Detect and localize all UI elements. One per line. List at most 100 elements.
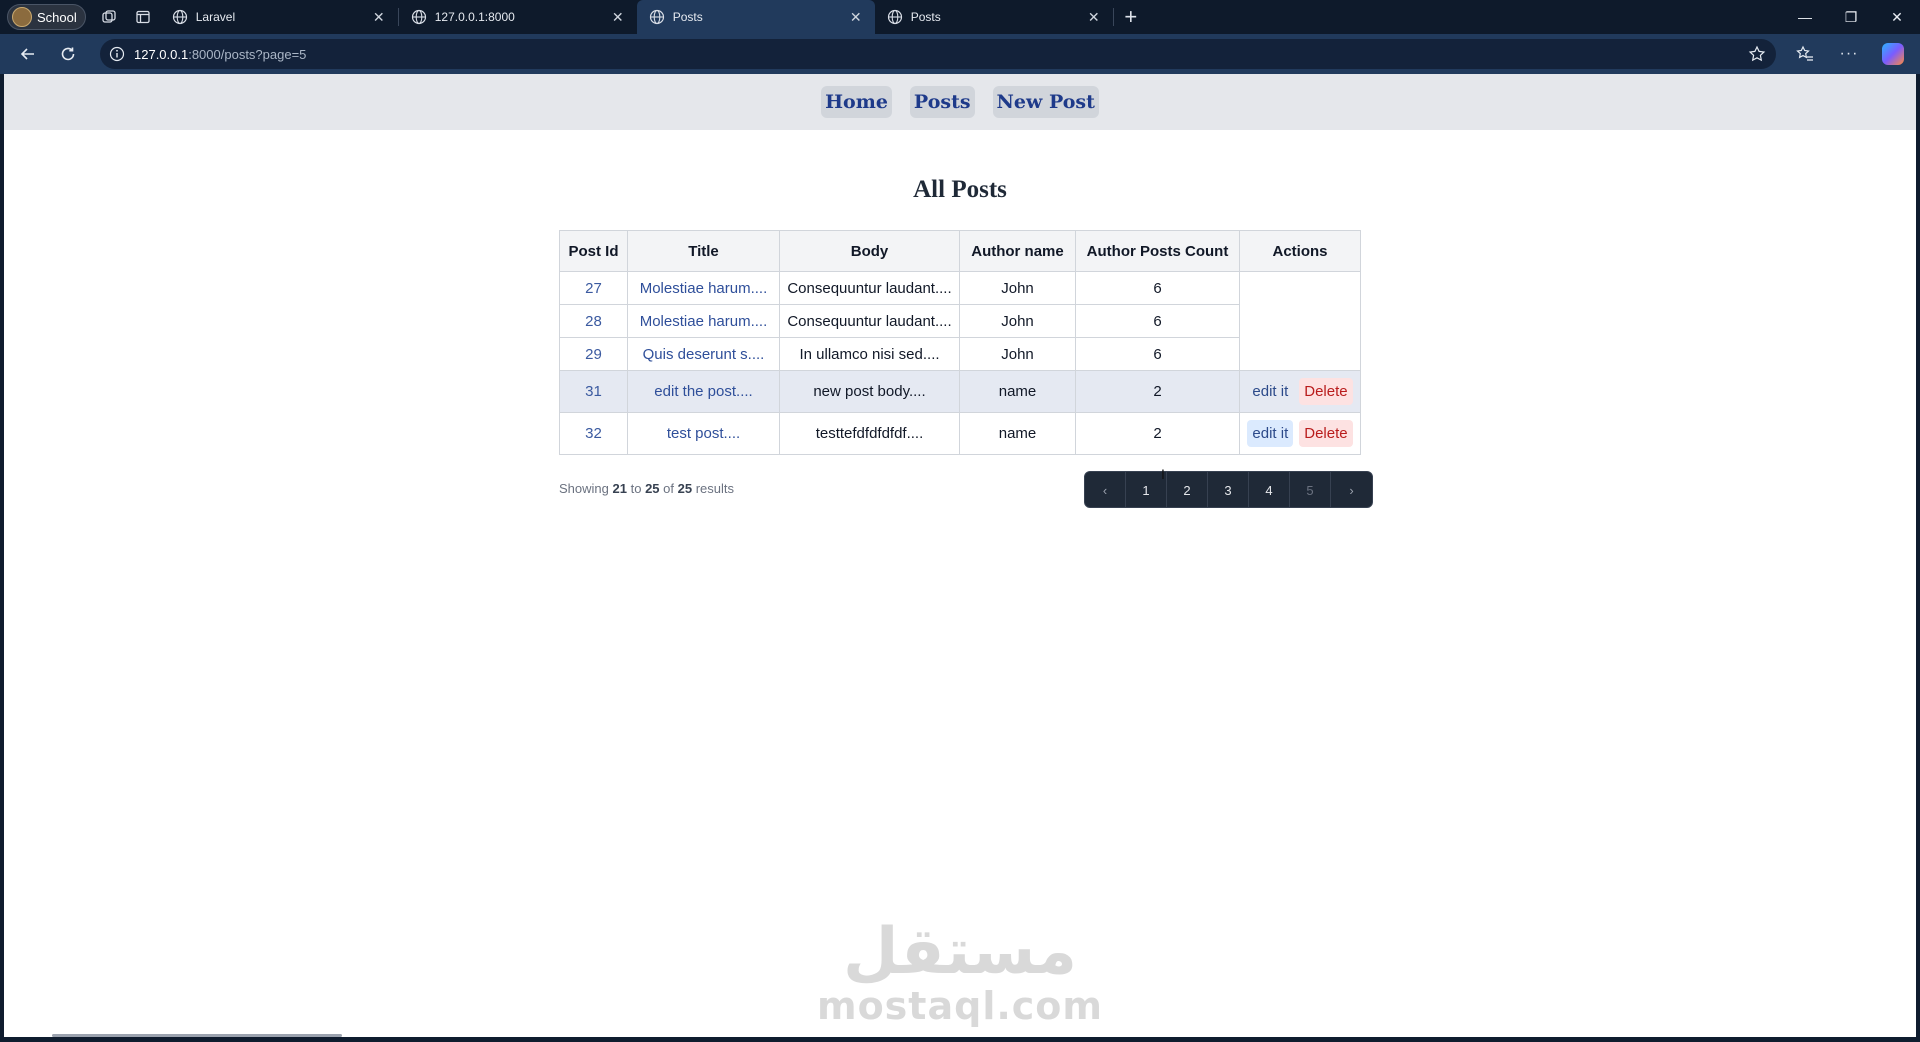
restore-icon[interactable]: ❐ (1828, 0, 1874, 34)
cell-body: new post body.... (779, 370, 960, 413)
site-info-icon[interactable] (100, 46, 134, 62)
nav-new-post-link[interactable]: New Post (992, 86, 1099, 118)
cell-post-id: 27 (559, 271, 628, 305)
cell-title-link[interactable]: test post.... (627, 412, 780, 455)
more-menu-icon[interactable]: ··· (1830, 37, 1868, 71)
tab-actions-icon[interactable] (126, 0, 160, 34)
new-tab-button[interactable]: + (1114, 0, 1148, 34)
copilot-icon[interactable] (1874, 37, 1912, 71)
cell-actions: edit it Delete (1239, 412, 1361, 455)
cell-count: 6 (1075, 304, 1240, 338)
delete-post-button[interactable]: Delete (1299, 420, 1353, 447)
page-current-5: 5 (1290, 472, 1331, 507)
globe-icon (411, 9, 426, 25)
cell-actions (1239, 337, 1361, 371)
toolbar-right: ··· (1786, 34, 1912, 74)
table-row: 31 edit the post.... new post body.... n… (559, 370, 1361, 413)
nav-posts-link[interactable]: Posts (909, 86, 975, 118)
header-title: Title (627, 230, 780, 272)
watermark-arabic: مستقل (842, 915, 1078, 989)
edit-post-button[interactable]: edit it (1247, 420, 1294, 447)
tab-title: 127.0.0.1:8000 (434, 10, 515, 24)
globe-icon (887, 9, 902, 25)
browser-tab-posts-active[interactable]: Posts ✕ (636, 0, 875, 34)
close-tab-icon[interactable]: ✕ (370, 9, 388, 26)
tab-title: Laravel (195, 10, 236, 24)
workspaces-icon[interactable] (92, 0, 126, 34)
browser-tab-bar: School Laravel ✕ 127.0.0.1:8000 ✕ Posts … (0, 0, 1920, 34)
delete-post-button[interactable]: Delete (1299, 378, 1353, 405)
cell-author: John (959, 304, 1076, 338)
summary-of-word: of (663, 481, 674, 496)
table-row: 29 Quis deserunt s.... In ullamco nisi s… (559, 337, 1361, 371)
cell-post-id: 29 (559, 337, 628, 371)
pagination: ‹ 1 2 3 4 5 › (1084, 471, 1373, 508)
close-tab-icon[interactable]: ✕ (609, 9, 627, 26)
back-arrow-icon (20, 48, 34, 60)
cell-count: 6 (1075, 337, 1240, 371)
header-author-posts-count: Author Posts Count (1075, 230, 1240, 272)
next-page-icon[interactable]: › (1331, 472, 1372, 507)
cell-count: 2 (1075, 412, 1240, 455)
minimize-icon[interactable]: — (1782, 0, 1828, 34)
globe-icon (649, 9, 664, 25)
watermark-latin: mostaql.com (816, 984, 1104, 1028)
back-button[interactable] (8, 34, 48, 74)
address-bar[interactable]: 127.0.0.1:8000/posts?page=5 (100, 39, 1776, 69)
site-nav: Home Posts New Post (4, 74, 1916, 130)
cell-actions (1239, 304, 1361, 338)
cell-body: Consequuntur laudant.... (779, 304, 960, 338)
profile-button[interactable]: School (7, 4, 86, 30)
table-row: 32 test post.... testtefdfdfdfdf.... nam… (559, 412, 1361, 455)
header-post-id: Post Id (559, 230, 628, 272)
previous-page-icon[interactable]: ‹ (1085, 472, 1126, 507)
cell-author: John (959, 271, 1076, 305)
reload-button[interactable] (48, 34, 88, 74)
edit-post-button[interactable]: edit it (1247, 378, 1293, 405)
url-host: 127.0.0.1 (134, 46, 189, 62)
summary-to-word: to (630, 481, 642, 496)
cell-count: 2 (1075, 370, 1240, 413)
close-tab-icon[interactable]: ✕ (1085, 9, 1103, 26)
page-viewport: Home Posts New Post All Posts Post Id Ti… (4, 74, 1916, 1037)
text-cursor-icon: I (1161, 466, 1165, 482)
profile-avatar (12, 7, 32, 27)
cell-post-id: 31 (559, 370, 628, 413)
summary-to: 25 (645, 481, 660, 496)
tab-title: Posts (672, 10, 703, 24)
cell-body: testtefdfdfdfdf.... (779, 412, 960, 455)
cell-author: name (959, 412, 1076, 455)
summary-total: 25 (677, 481, 693, 496)
cell-author: name (959, 370, 1076, 413)
header-body: Body (779, 230, 960, 272)
browser-toolbar: 127.0.0.1:8000/posts?page=5 ··· (0, 34, 1920, 74)
header-actions: Actions (1239, 230, 1361, 272)
summary-results-word: results (695, 481, 735, 496)
nav-home-link[interactable]: Home (821, 86, 892, 118)
favorite-star-icon[interactable] (1748, 45, 1766, 66)
browser-tab-posts[interactable]: Posts ✕ (875, 0, 1113, 34)
cell-body: Consequuntur laudant.... (779, 271, 960, 305)
url-path: :8000/posts?page=5 (188, 46, 307, 62)
cell-title-link[interactable]: Quis deserunt s.... (627, 337, 780, 371)
browser-tab-localhost[interactable]: 127.0.0.1:8000 ✕ (399, 0, 637, 34)
page-link-3[interactable]: 3 (1208, 472, 1249, 507)
cell-count: 6 (1075, 271, 1240, 305)
cell-body: In ullamco nisi sed.... (779, 337, 960, 371)
cell-post-id: 28 (559, 304, 628, 338)
page-link-4[interactable]: 4 (1249, 472, 1290, 507)
reload-icon (61, 47, 75, 61)
cell-actions (1239, 271, 1361, 305)
browser-tab-laravel[interactable]: Laravel ✕ (160, 0, 398, 34)
close-window-icon[interactable]: ✕ (1874, 0, 1920, 34)
horizontal-scrollbar[interactable] (52, 1034, 342, 1037)
cell-title-link[interactable]: edit the post.... (627, 370, 780, 413)
cell-actions: edit it Delete (1239, 370, 1361, 413)
cell-author: John (959, 337, 1076, 371)
favorites-icon[interactable] (1786, 37, 1824, 71)
cell-title-link[interactable]: Molestiae harum.... (627, 304, 780, 338)
table-row: 28 Molestiae harum.... Consequuntur laud… (559, 304, 1361, 338)
page-link-2[interactable]: 2 (1167, 472, 1208, 507)
close-tab-icon[interactable]: ✕ (847, 9, 865, 26)
cell-title-link[interactable]: Molestiae harum.... (627, 271, 780, 305)
